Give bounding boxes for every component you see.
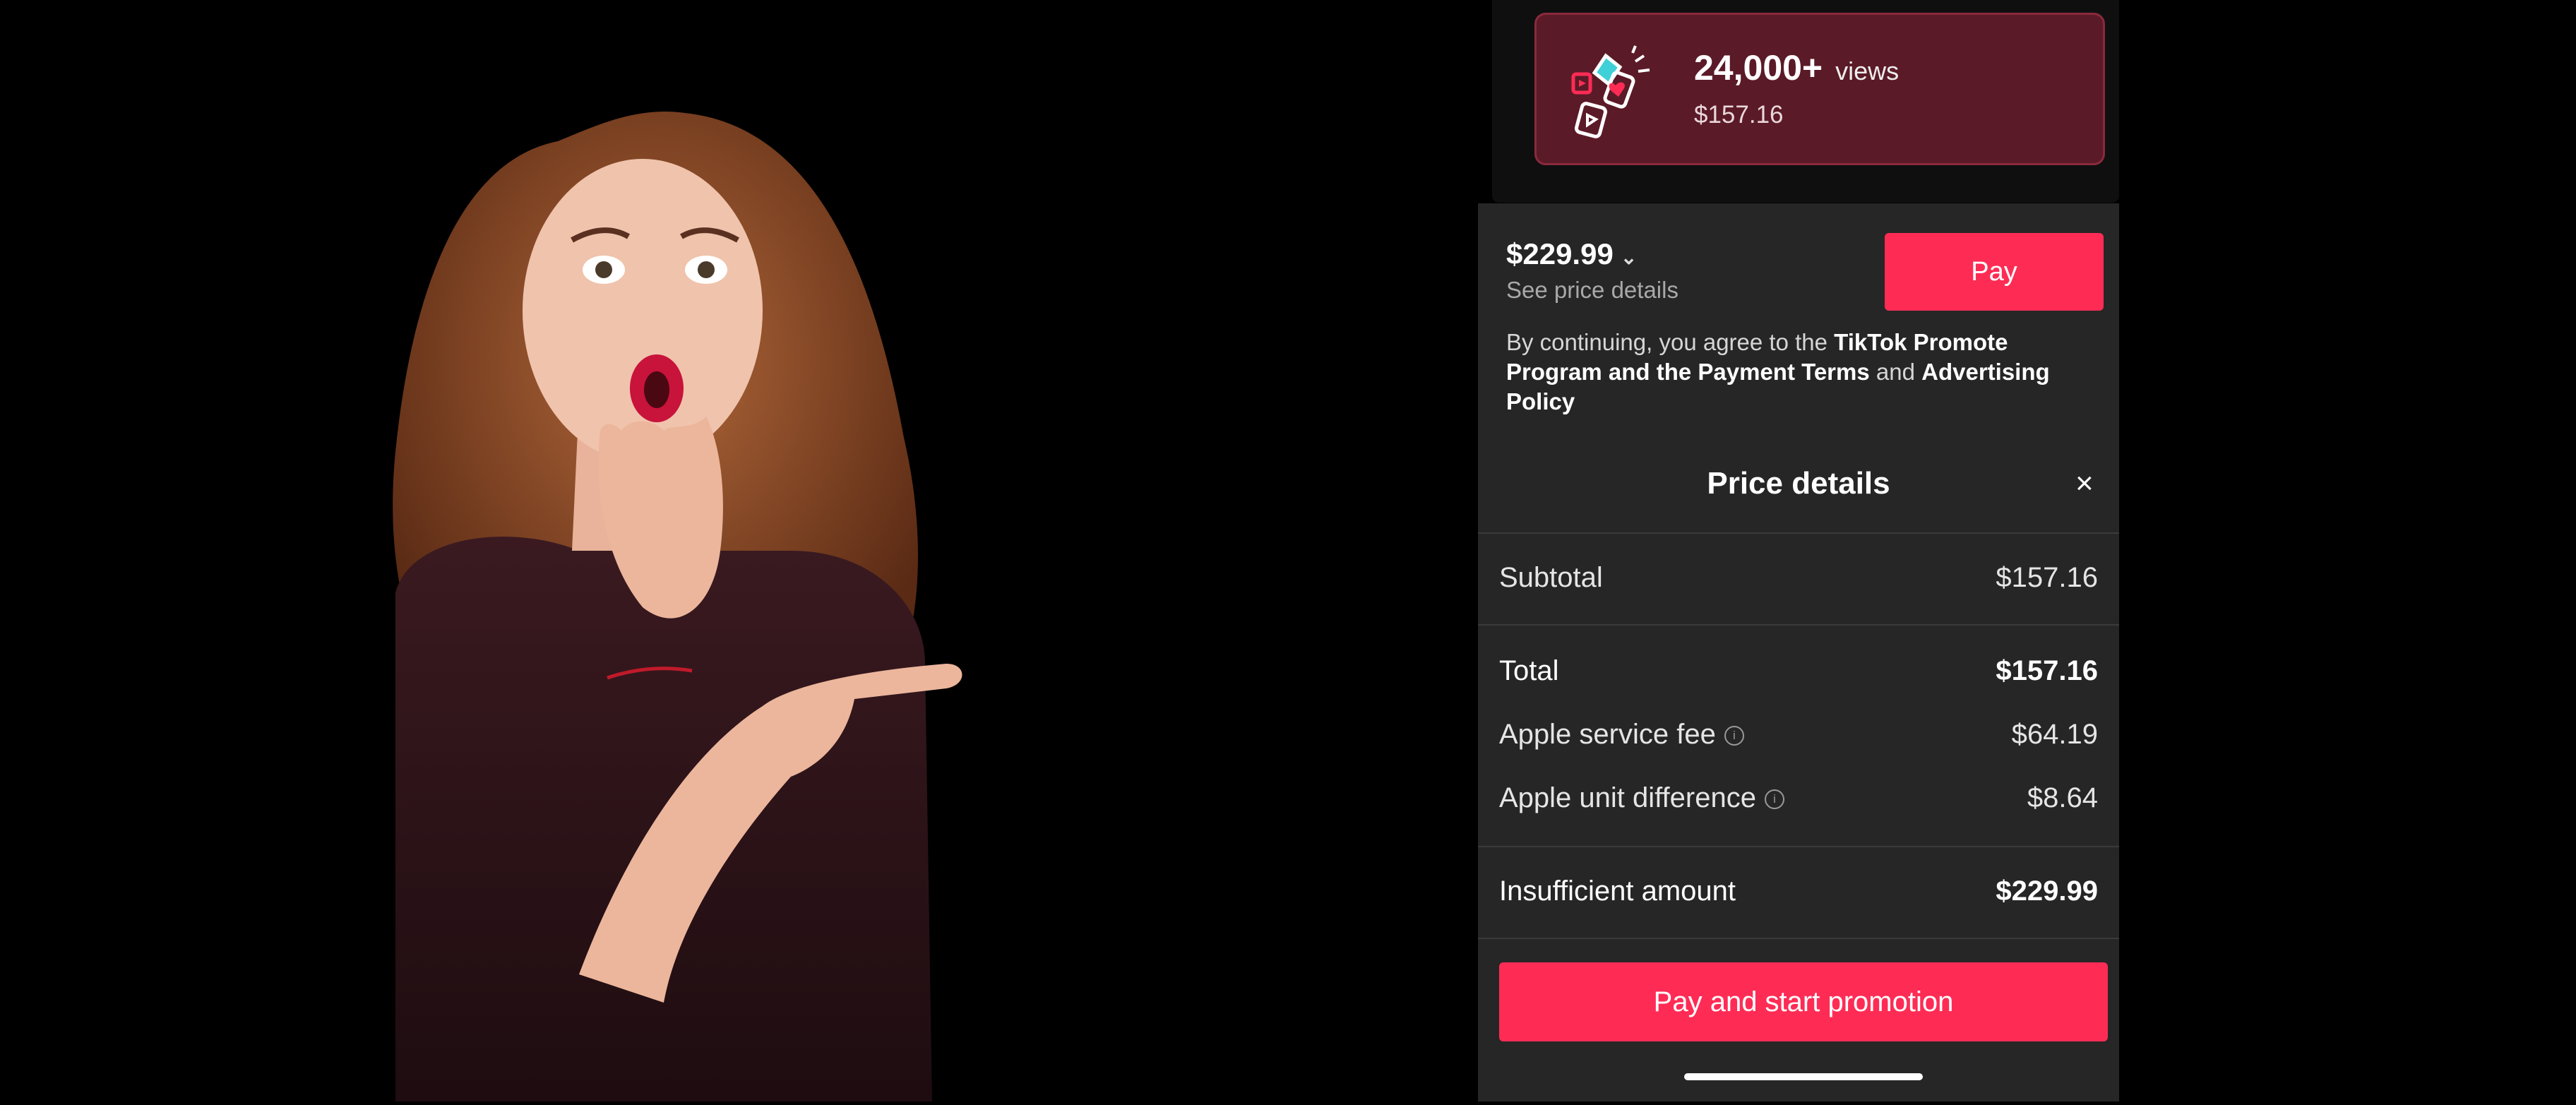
info-icon[interactable]: i <box>1724 726 1744 746</box>
close-icon[interactable]: × <box>2075 466 2094 501</box>
views-count-value: 24,000+ <box>1694 48 1823 88</box>
apple-service-fee-value: $64.19 <box>2011 719 2098 750</box>
total-row: Total $157.16 <box>1499 655 2098 695</box>
checkout-sheet: $229.99 ⌄ See price details Pay By contin… <box>1478 203 2119 1101</box>
package-price: $157.16 <box>1694 101 1784 129</box>
apple-unit-difference-value: $8.64 <box>2027 782 2098 813</box>
apple-unit-difference-text: Apple unit difference <box>1499 782 1756 813</box>
subtotal-value: $157.16 <box>1996 562 2098 593</box>
terms-text: By continuing, you agree to the TikTok P… <box>1506 328 2085 417</box>
total-label: Total <box>1499 655 1559 686</box>
insufficient-amount-value: $229.99 <box>1996 876 2098 907</box>
apple-service-fee-text: Apple service fee <box>1499 719 1716 750</box>
chevron-down-icon: ⌄ <box>1620 246 1638 268</box>
pay-button[interactable]: Pay <box>1885 233 2104 311</box>
phone-screen: 24,000+ views $157.16 $229.99 ⌄ See price … <box>1478 0 2119 1101</box>
total-amount-value: $229.99 <box>1506 237 1614 270</box>
divider <box>1478 532 2119 534</box>
see-price-details-link[interactable]: See price details <box>1506 277 1678 304</box>
views-package-card[interactable]: 24,000+ views $157.16 <box>1534 13 2105 165</box>
views-package-icon <box>1571 45 1650 138</box>
package-area: 24,000+ views $157.16 <box>1492 0 2119 203</box>
home-indicator[interactable] <box>1684 1073 1923 1080</box>
price-details-title: Price details <box>1707 466 1890 501</box>
surprised-woman-photo <box>367 99 1003 1101</box>
apple-unit-difference-label: Apple unit difference i <box>1499 782 1784 814</box>
terms-and: and <box>1869 359 1922 385</box>
total-amount[interactable]: $229.99 ⌄ <box>1506 237 1637 271</box>
views-unit: views <box>1835 56 1900 85</box>
views-count: 24,000+ views <box>1694 47 1899 88</box>
subtotal-label: Subtotal <box>1499 562 1603 593</box>
total-value: $157.16 <box>1996 655 2098 686</box>
divider <box>1478 846 2119 847</box>
divider <box>1478 624 2119 626</box>
terms-prefix: By continuing, you agree to the <box>1506 329 1835 355</box>
insufficient-amount-row: Insufficient amount $229.99 <box>1499 876 2098 915</box>
apple-service-fee-row: Apple service fee i $64.19 <box>1499 719 2098 758</box>
pay-and-start-promotion-button[interactable]: Pay and start promotion <box>1499 962 2108 1041</box>
apple-service-fee-label: Apple service fee i <box>1499 719 1744 751</box>
subtotal-row: Subtotal $157.16 <box>1499 562 2098 602</box>
divider <box>1478 938 2119 939</box>
info-icon[interactable]: i <box>1764 789 1784 810</box>
apple-unit-difference-row: Apple unit difference i $8.64 <box>1499 782 2098 822</box>
insufficient-amount-label: Insufficient amount <box>1499 876 1736 907</box>
